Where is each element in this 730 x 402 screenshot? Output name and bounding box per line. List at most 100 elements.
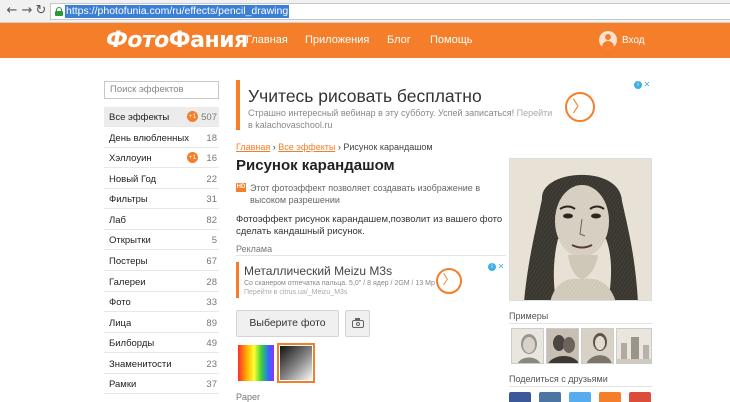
nav-home[interactable]: Главная: [246, 34, 288, 46]
breadcrumb: Главная › Все эффекты › Рисунок карандаш…: [236, 142, 433, 152]
category-count: 23: [206, 359, 217, 370]
effect-preview-image: [509, 158, 652, 301]
category-label: Фильтры: [109, 194, 148, 205]
category-label: Билборды: [109, 338, 155, 349]
ad-description: Страшно интересный вебинар в эту субботу…: [248, 108, 568, 119]
pencil-portrait-image: [510, 159, 651, 300]
lock-icon: [55, 7, 63, 16]
new-badge: +1: [187, 111, 198, 122]
category-count: 16: [206, 153, 217, 164]
divider: [236, 255, 506, 256]
browser-toolbar: ← → ↻ https://photofunia.com/ru/effects/…: [0, 0, 730, 23]
category-label: Галереи: [109, 277, 146, 288]
category-count: 89: [206, 318, 217, 329]
examples-label: Примеры: [509, 311, 549, 321]
color-option-swatch[interactable]: [238, 345, 274, 381]
share-ok-button[interactable]: [599, 392, 621, 402]
category-label: День влюбленных: [109, 133, 189, 144]
logo-part-1: Фото: [106, 28, 169, 53]
category-count: 18: [206, 133, 217, 144]
category-count: 31: [206, 194, 217, 205]
category-valentines[interactable]: День влюбленных 18: [104, 128, 219, 148]
ad-description-text: Страшно интересный вебинар в эту субботу…: [248, 108, 515, 118]
url-text[interactable]: https://photofunia.com/ru/effects/pencil…: [65, 5, 290, 18]
breadcrumb-all-effects[interactable]: Все эффекты: [278, 142, 335, 152]
category-count: 28: [206, 277, 217, 288]
ad-more-link[interactable]: Перейти: [517, 108, 553, 118]
ad-arrow-icon[interactable]: 〉: [436, 268, 462, 294]
nav-blog[interactable]: Блог: [387, 34, 411, 46]
forward-icon[interactable]: →: [20, 3, 34, 19]
nav-apps[interactable]: Приложения: [305, 34, 369, 46]
category-count: 507: [201, 112, 217, 123]
login-link[interactable]: Вход: [622, 35, 645, 46]
address-bar[interactable]: https://photofunia.com/ru/effects/pencil…: [50, 3, 730, 20]
category-label: Рамки: [109, 379, 137, 390]
category-count: 37: [206, 379, 217, 390]
category-halloween[interactable]: Хэллоуин +1 16: [104, 148, 219, 168]
share-twitter-button[interactable]: [569, 392, 591, 402]
breadcrumb-separator: ›: [272, 142, 276, 152]
ad-accent-bar: [236, 80, 240, 130]
ad-info-icon[interactable]: i: [634, 81, 642, 89]
category-lab[interactable]: Лаб 82: [104, 210, 219, 230]
category-label: Лица: [109, 318, 132, 329]
share-google-button[interactable]: [629, 392, 651, 402]
camera-button[interactable]: [345, 310, 370, 337]
top-ad-banner[interactable]: Учитесь рисовать бесплатно Страшно интер…: [236, 80, 652, 134]
breadcrumb-home[interactable]: Главная: [236, 142, 270, 152]
choose-photo-button[interactable]: Выберите фото: [236, 310, 339, 337]
category-photo[interactable]: Фото 33: [104, 292, 219, 312]
category-faces[interactable]: Лица 89: [104, 313, 219, 333]
category-label: Постеры: [109, 256, 148, 267]
divider: [509, 323, 652, 324]
ad-title[interactable]: Учитесь рисовать бесплатно: [248, 86, 482, 107]
reload-icon[interactable]: ↻: [34, 3, 48, 19]
ad-close-icon[interactable]: ✕: [643, 81, 651, 89]
nav-help[interactable]: Помощь: [430, 34, 473, 46]
ad-info-icon[interactable]: i: [488, 263, 496, 271]
example-thumbnail[interactable]: [616, 328, 652, 364]
user-avatar-icon[interactable]: [599, 31, 617, 49]
logo-part-2: Фания: [168, 28, 248, 53]
category-label: Открытки: [109, 235, 151, 246]
category-count: 5: [211, 235, 217, 246]
effects-search-input[interactable]: Поиск эффектов: [104, 81, 219, 99]
share-label: Поделиться с друзьями: [509, 374, 608, 384]
middle-ad-banner[interactable]: Металлический Meizu M3s Со сканером отпе…: [236, 262, 506, 302]
category-all-effects[interactable]: Все эффекты +1 507: [104, 107, 219, 127]
effect-description: Фотоэффект рисунок карандашем,позволит и…: [236, 214, 503, 237]
ad-url[interactable]: в kalachovaschool.ru: [248, 120, 332, 130]
site-logo[interactable]: ФотоФания: [106, 28, 248, 53]
site-header: ФотоФания Главная Приложения Блог Помощь…: [0, 23, 730, 58]
ad-url[interactable]: Перейти в citrus.ua/_Meizu_M3s: [244, 289, 347, 296]
category-galleries[interactable]: Галереи 28: [104, 272, 219, 292]
ad-close-icon[interactable]: ✕: [497, 263, 505, 271]
category-count: 22: [206, 174, 217, 185]
search-placeholder: Поиск эффектов: [110, 84, 184, 95]
category-label: Знаменитости: [109, 359, 172, 370]
category-count: 33: [206, 297, 217, 308]
ad-accent-bar: [236, 262, 239, 298]
category-celebrities[interactable]: Знаменитости 23: [104, 354, 219, 374]
category-frames[interactable]: Рамки 37: [104, 374, 219, 394]
share-vk-button[interactable]: [539, 392, 561, 402]
breadcrumb-separator: ›: [337, 142, 341, 152]
example-thumbnail[interactable]: [581, 328, 614, 364]
example-thumbnail[interactable]: [546, 328, 579, 364]
category-count: 82: [206, 215, 217, 226]
back-icon[interactable]: ←: [5, 3, 19, 19]
category-posters[interactable]: Постеры 67: [104, 251, 219, 271]
ad-label: Реклама: [236, 244, 273, 254]
ad-title[interactable]: Металлический Meizu M3s: [244, 264, 392, 278]
ad-arrow-icon[interactable]: 〉: [565, 92, 595, 122]
bw-option-swatch[interactable]: [277, 343, 315, 383]
share-facebook-button[interactable]: [509, 392, 531, 402]
category-filters[interactable]: Фильтры 31: [104, 189, 219, 209]
category-cards[interactable]: Открытки 5: [104, 230, 219, 250]
example-thumbnail[interactable]: [511, 328, 544, 364]
category-billboards[interactable]: Билборды 49: [104, 333, 219, 353]
category-new-year[interactable]: Новый Год 22: [104, 169, 219, 189]
category-label: Хэллоуин: [109, 153, 152, 164]
category-label: Лаб: [109, 215, 126, 226]
